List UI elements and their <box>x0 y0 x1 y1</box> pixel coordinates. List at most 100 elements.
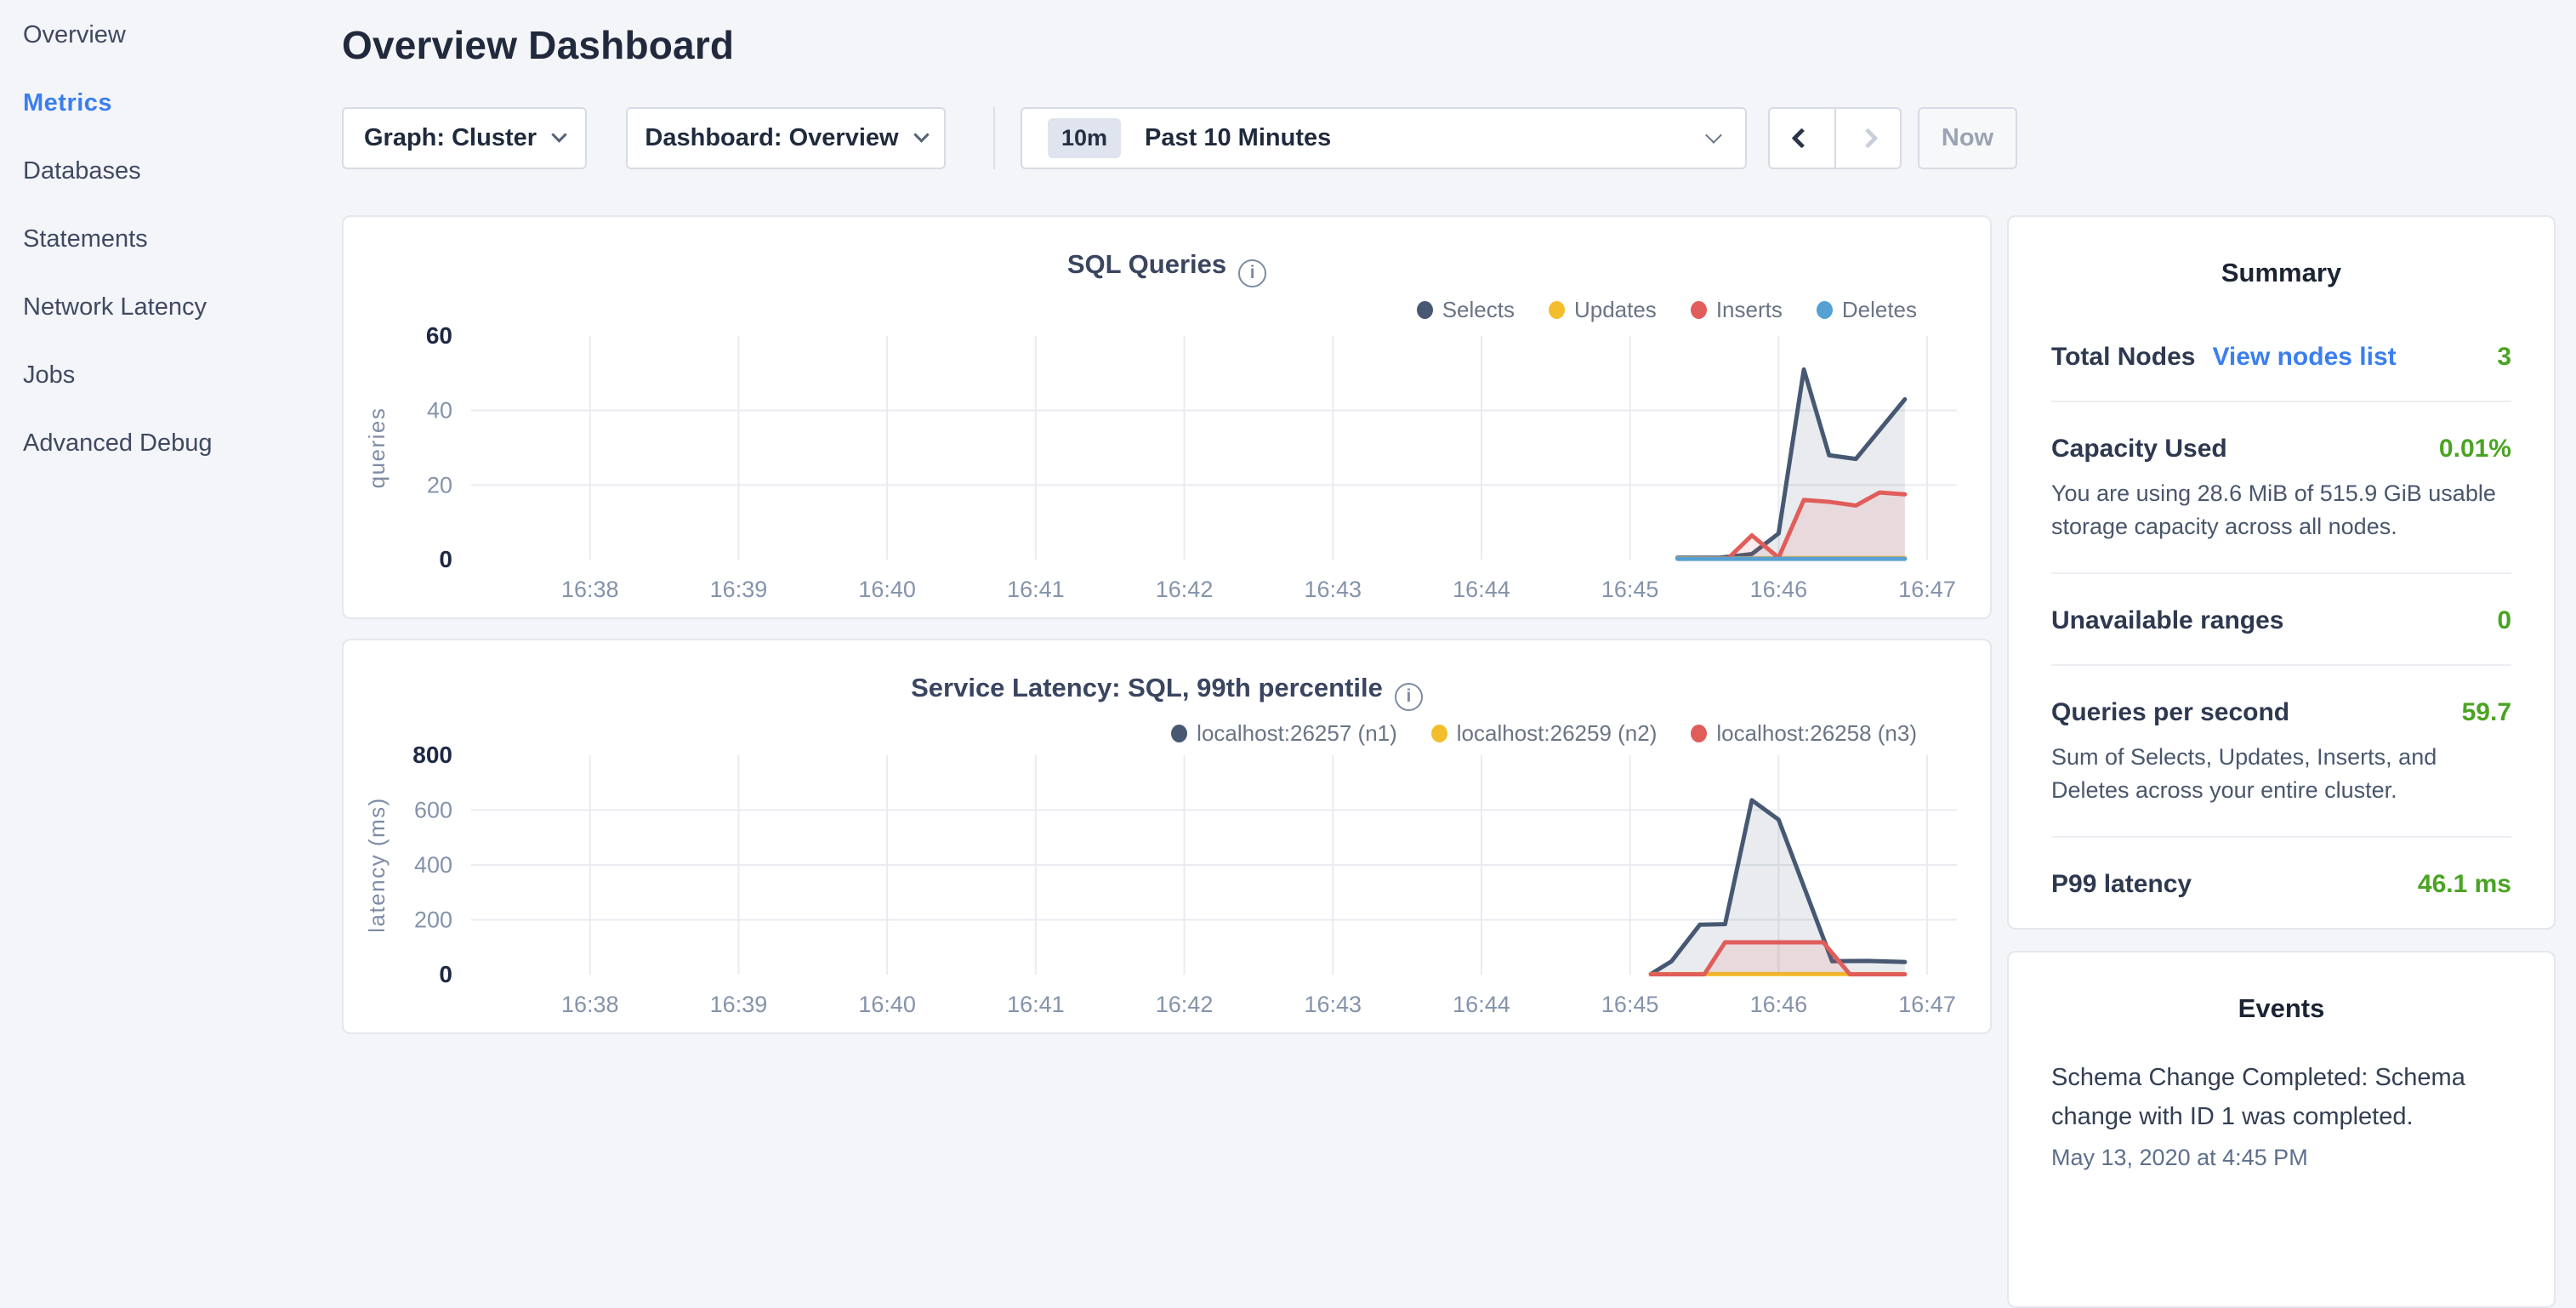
summary-value: 59.7 <box>2462 698 2511 727</box>
summary-label: P99 latency <box>2051 870 2192 899</box>
legend-item: Inserts <box>1691 297 1783 323</box>
sidebar-item-statements[interactable]: Statements <box>23 223 342 255</box>
svg-text:16:46: 16:46 <box>1750 577 1808 602</box>
svg-text:20: 20 <box>427 472 452 498</box>
summary-title: Summary <box>2051 217 2511 288</box>
chevron-down-icon <box>1705 127 1722 144</box>
svg-text:400: 400 <box>414 852 452 878</box>
svg-text:16:43: 16:43 <box>1304 577 1362 602</box>
svg-text:16:38: 16:38 <box>561 577 619 602</box>
service-latency-chart-card: Service Latency: SQL, 99th percentile i l… <box>342 639 1992 1034</box>
event-list-item: Schema Change Completed: Schema change w… <box>2051 1058 2511 1171</box>
service-latency-chart[interactable]: 16:3816:3916:4016:4116:4216:4316:4416:45… <box>344 742 1993 1036</box>
svg-text:800: 800 <box>412 742 452 768</box>
chevron-down-icon <box>551 127 566 142</box>
svg-text:16:47: 16:47 <box>1898 992 1956 1017</box>
info-icon[interactable]: i <box>1395 683 1423 711</box>
time-back-button[interactable] <box>1770 109 1834 168</box>
events-panel: Events Schema Change Completed: Schema c… <box>2007 951 2556 1308</box>
summary-panel: Summary Total Nodes View nodes list 3 Ca… <box>2007 215 2556 930</box>
svg-text:16:46: 16:46 <box>1750 992 1808 1017</box>
svg-text:0: 0 <box>439 546 452 572</box>
svg-text:16:44: 16:44 <box>1453 577 1510 602</box>
legend-dot-icon <box>1691 301 1707 319</box>
time-range-dropdown[interactable]: 10m Past 10 Minutes <box>1021 107 1747 169</box>
legend-label: Inserts <box>1716 297 1783 323</box>
legend-item: Updates <box>1549 297 1657 323</box>
now-button[interactable]: Now <box>1918 107 2017 169</box>
svg-text:60: 60 <box>426 323 452 349</box>
right-column: Summary Total Nodes View nodes list 3 Ca… <box>2007 215 2556 1308</box>
svg-text:16:45: 16:45 <box>1601 992 1659 1017</box>
svg-text:latency (ms): latency (ms) <box>364 797 390 933</box>
legend-dot-icon <box>1171 725 1187 742</box>
event-timestamp: May 13, 2020 at 4:45 PM <box>2051 1145 2511 1171</box>
chevron-right-icon <box>1857 128 1878 148</box>
main-content: Overview Dashboard Graph: Cluster Dashbo… <box>342 0 2576 1051</box>
summary-row-p99-latency: P99 latency 46.1 ms <box>2051 838 2511 928</box>
summary-label: Total Nodes <box>2051 343 2195 372</box>
svg-text:200: 200 <box>414 907 452 933</box>
sidebar-item-advanced-debug[interactable]: Advanced Debug <box>23 427 342 459</box>
legend-dot-icon <box>1691 725 1707 742</box>
sql-queries-chart-card: SQL Queries i Selects Updates Inserts Delete… <box>342 215 1992 619</box>
summary-description: Sum of Selects, Updates, Inserts, and De… <box>2051 741 2511 807</box>
graph-dropdown-label: Graph: Cluster <box>364 124 537 152</box>
legend-dot-icon <box>1549 301 1565 319</box>
summary-value: 0 <box>2497 606 2511 635</box>
controls-divider <box>993 107 995 169</box>
service-latency-chart-title: Service Latency: SQL, 99th percentile <box>911 673 1383 702</box>
chevron-down-icon <box>913 127 929 142</box>
sidebar-item-databases[interactable]: Databases <box>23 155 342 187</box>
svg-text:16:44: 16:44 <box>1453 992 1510 1017</box>
svg-text:16:41: 16:41 <box>1007 577 1065 602</box>
summary-value: 0.01% <box>2439 435 2511 463</box>
svg-text:16:43: 16:43 <box>1304 992 1362 1017</box>
info-icon[interactable]: i <box>1238 259 1266 287</box>
time-forward-button[interactable] <box>1834 109 1901 168</box>
page-title: Overview Dashboard <box>342 22 2576 68</box>
summary-label: Unavailable ranges <box>2051 606 2283 635</box>
legend-dot-icon <box>1417 301 1433 319</box>
summary-value: 3 <box>2497 343 2511 372</box>
legend-label: Updates <box>1574 297 1657 323</box>
sql-queries-chart[interactable]: 16:3816:3916:4016:4116:4216:4316:4416:45… <box>344 323 1993 621</box>
svg-text:0: 0 <box>439 961 452 987</box>
graph-dropdown[interactable]: Graph: Cluster <box>342 107 587 169</box>
summary-label: Queries per second <box>2051 698 2289 727</box>
sql-queries-chart-title: SQL Queries <box>1067 249 1226 279</box>
svg-text:40: 40 <box>427 398 452 424</box>
svg-text:600: 600 <box>414 798 452 823</box>
chart-legend: Selects Updates Inserts Deletes <box>1417 297 1917 323</box>
time-range-label: Past 10 Minutes <box>1145 124 1331 152</box>
svg-text:queries: queries <box>364 407 390 489</box>
controls-bar: Graph: Cluster Dashboard: Overview 10m P… <box>342 107 2576 169</box>
summary-value: 46.1 ms <box>2418 870 2511 899</box>
svg-text:16:39: 16:39 <box>710 577 768 602</box>
view-nodes-list-link[interactable]: View nodes list <box>2212 343 2396 372</box>
legend-item: Selects <box>1417 297 1515 323</box>
time-range-badge: 10m <box>1048 118 1121 158</box>
svg-text:16:42: 16:42 <box>1156 992 1214 1017</box>
summary-row-total-nodes: Total Nodes View nodes list 3 <box>2051 310 2511 402</box>
legend-dot-icon <box>1817 301 1833 319</box>
sidebar-item-overview[interactable]: Overview <box>23 19 342 51</box>
summary-row-unavailable-ranges: Unavailable ranges 0 <box>2051 574 2511 666</box>
sidebar-item-metrics[interactable]: Metrics <box>23 87 342 119</box>
legend-item: Deletes <box>1817 297 1917 323</box>
svg-text:16:40: 16:40 <box>858 577 916 602</box>
events-title: Events <box>2051 953 2511 1024</box>
dashboard-dropdown[interactable]: Dashboard: Overview <box>626 107 946 169</box>
chart-title: SQL Queries i <box>344 249 1990 287</box>
legend-label: Selects <box>1442 297 1515 323</box>
sidebar-item-network-latency[interactable]: Network Latency <box>23 291 342 323</box>
svg-text:16:42: 16:42 <box>1156 577 1214 602</box>
sidebar-item-jobs[interactable]: Jobs <box>23 359 342 391</box>
chart-title: Service Latency: SQL, 99th percentile i <box>344 673 1990 711</box>
summary-description: You are using 28.6 MiB of 515.9 GiB usab… <box>2051 477 2511 543</box>
time-step-button-group <box>1768 107 1902 169</box>
svg-text:16:38: 16:38 <box>561 992 619 1017</box>
sidebar: Overview Metrics Databases Statements Ne… <box>0 0 342 1051</box>
dashboard-dropdown-label: Dashboard: Overview <box>645 124 898 152</box>
summary-label: Capacity Used <box>2051 435 2227 463</box>
